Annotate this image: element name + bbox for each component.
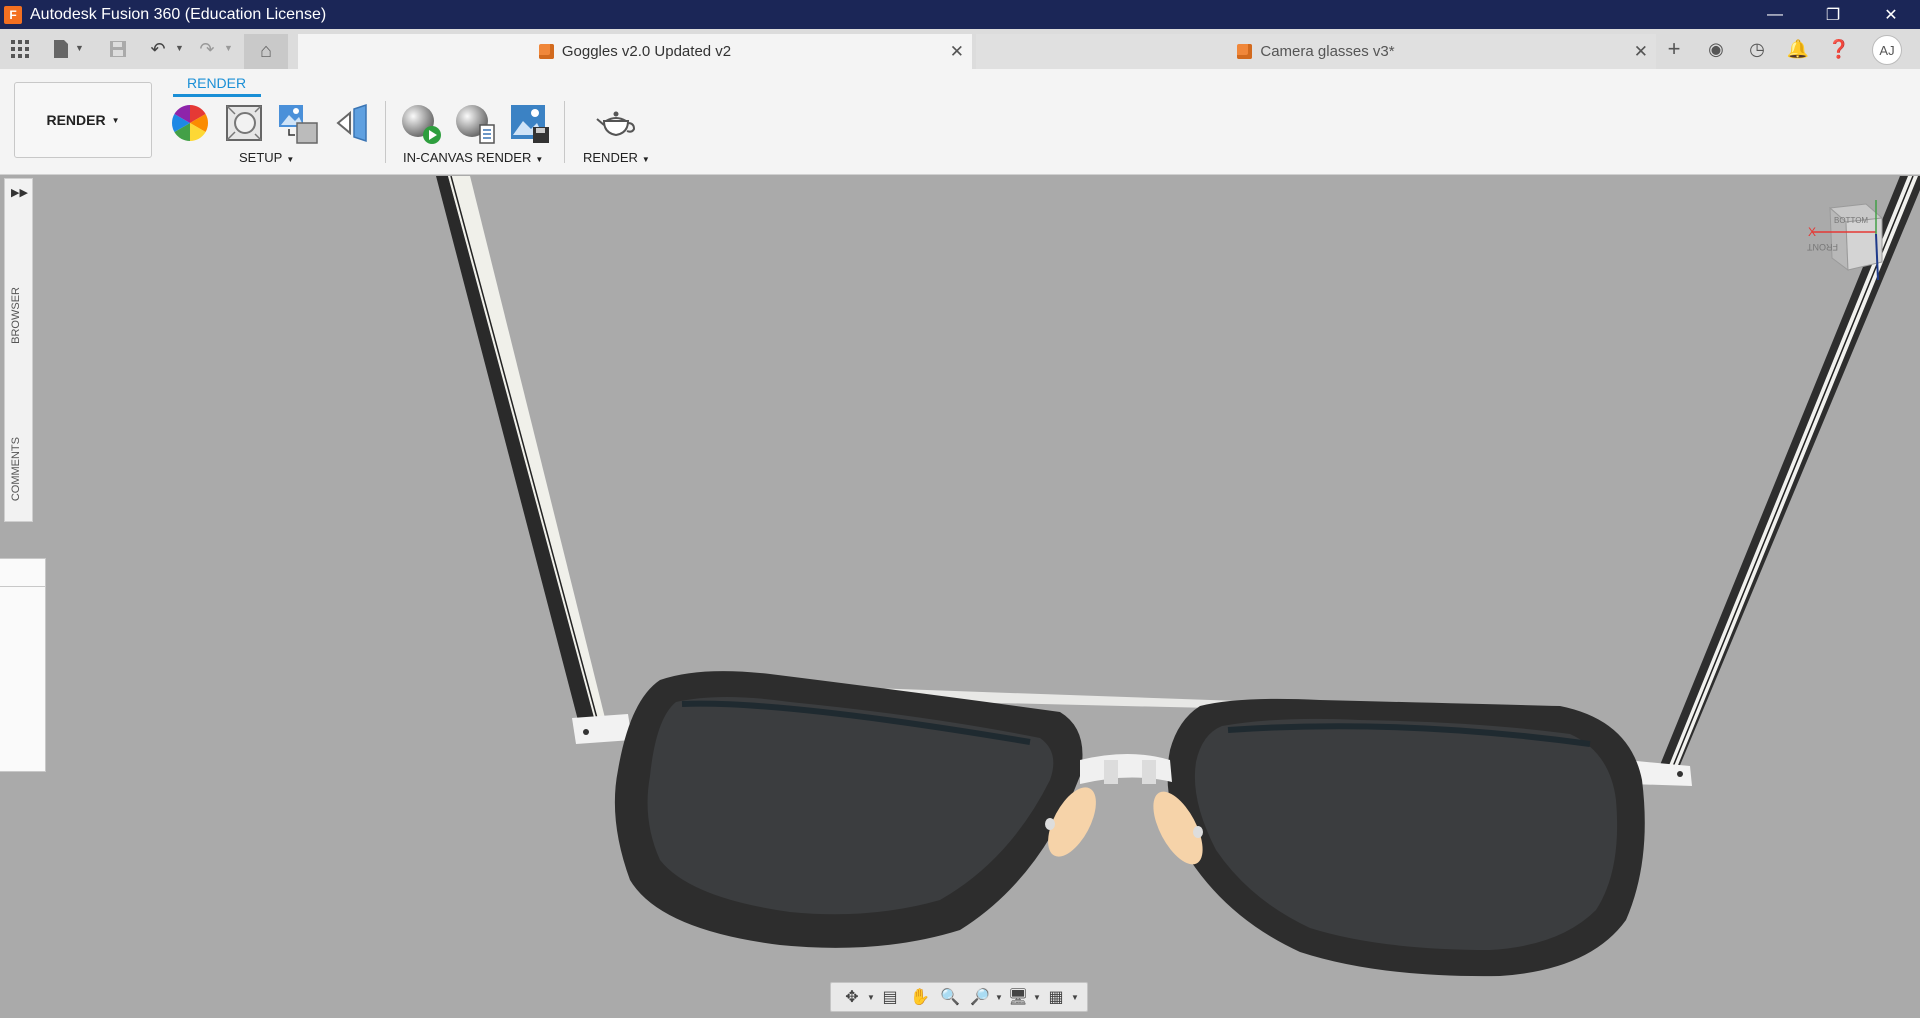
tab-camera-glasses[interactable]: Camera glasses v3* ✕ (976, 34, 1656, 69)
canvas-viewport[interactable] (0, 176, 1920, 1018)
undo-chevron-icon[interactable]: ▼ (175, 43, 184, 53)
title-bar: F Autodesk Fusion 360 (Education License… (0, 0, 1920, 29)
redo-chevron-icon[interactable]: ▼ (224, 43, 233, 53)
tab-render[interactable]: RENDER (187, 75, 246, 91)
workspace-label: RENDER (46, 112, 106, 128)
tab-label: Camera glasses v3* (1260, 43, 1395, 60)
window-title: Autodesk Fusion 360 (Education License) (30, 5, 327, 23)
file-icon[interactable] (49, 37, 73, 61)
active-tab-indicator (173, 94, 261, 97)
capture-image-icon[interactable] (509, 103, 549, 143)
restore-button[interactable]: ❐ (1804, 0, 1862, 29)
comments-panel-tab[interactable]: COMMENTS (10, 437, 22, 501)
design-cube-icon (538, 44, 554, 59)
ribbon-toolbar: RENDER ▼ RENDER SETUP ▼ IN-CANVAS RENDER… (0, 69, 1920, 175)
grid-chevron-icon[interactable]: ▼ (1071, 984, 1079, 1010)
chevron-down-icon: ▼ (111, 115, 120, 125)
tab-label: Goggles v2.0 Updated v2 (561, 43, 732, 60)
setup-label: SETUP (239, 150, 283, 165)
display-chevron-icon[interactable]: ▼ (1033, 984, 1041, 1010)
toolbar-divider (385, 101, 386, 163)
toolbar-divider (564, 101, 565, 163)
close-tab-icon[interactable]: ✕ (1634, 42, 1648, 62)
collapsed-panel-header (0, 559, 45, 587)
expand-panel-icon[interactable]: ▶▶ (11, 186, 28, 199)
texture-map-controls-icon[interactable] (332, 103, 372, 143)
home-icon[interactable]: ⌂ (244, 34, 288, 69)
save-icon[interactable] (106, 37, 130, 61)
appearance-color-wheel-icon[interactable] (170, 103, 210, 143)
orbit-chevron-icon[interactable]: ▼ (867, 984, 875, 1010)
setup-group-label[interactable]: SETUP ▼ (239, 150, 294, 165)
tab-goggles[interactable]: Goggles v2.0 Updated v2 ✕ (298, 34, 972, 69)
scene-settings-icon[interactable] (224, 103, 264, 143)
in-canvas-render-play-icon[interactable] (400, 103, 441, 144)
side-panel-tabs: ▶▶ BROWSER COMMENTS (4, 178, 33, 522)
notifications-icon[interactable]: 🔔 (1784, 35, 1812, 63)
close-window-button[interactable]: ✕ (1862, 0, 1920, 29)
extensions-icon[interactable]: ◉ (1702, 35, 1730, 63)
render-group-label[interactable]: RENDER ▼ (583, 150, 650, 165)
axis-x-label: X (1808, 225, 1816, 239)
render-label: RENDER (583, 150, 638, 165)
job-status-icon[interactable]: ◷ (1743, 35, 1771, 63)
close-tab-icon[interactable]: ✕ (950, 42, 964, 62)
viewcube-top-face-label: BOTTOM (1834, 216, 1868, 225)
document-tab-bar: ▼ ↶ ▼ ↷ ▼ ⌂ Goggles v2.0 Updated v2 ✕ Ca… (0, 29, 1920, 69)
redo-icon[interactable]: ↷ (195, 37, 219, 61)
design-cube-icon (1237, 44, 1253, 59)
data-panel-grid-icon[interactable] (8, 37, 32, 61)
fit-chevron-icon[interactable]: ▼ (995, 984, 1003, 1010)
in-canvas-render-settings-icon[interactable] (454, 103, 495, 144)
in-canvas-render-group-label[interactable]: IN-CANVAS RENDER ▼ (403, 150, 543, 165)
collapsed-panel (0, 558, 46, 772)
browser-panel-tab[interactable]: BROWSER (10, 287, 22, 344)
undo-icon[interactable]: ↶ (146, 37, 170, 61)
zoom-icon[interactable]: 🔍 (935, 984, 965, 1010)
workspace-switcher-button[interactable]: RENDER ▼ (14, 82, 152, 158)
pan-icon[interactable]: ✋ (905, 984, 935, 1010)
display-settings-icon[interactable]: 🖥 (1003, 984, 1033, 1010)
render-teapot-icon[interactable] (594, 103, 636, 143)
add-tab-icon[interactable]: + (1660, 35, 1688, 63)
in-canvas-render-label: IN-CANVAS RENDER (403, 150, 532, 165)
minimize-button[interactable]: — (1746, 0, 1804, 29)
fit-icon[interactable]: 🔎 (965, 984, 995, 1010)
viewcube-front-face-label: FRONT (1807, 242, 1838, 252)
orbit-icon[interactable]: ✥ (837, 984, 867, 1010)
grid-settings-icon[interactable]: ▦ (1041, 984, 1071, 1010)
decal-icon[interactable] (277, 103, 318, 144)
view-cube[interactable]: X BOTTOM FRONT (1806, 200, 1884, 281)
navigation-bar: ✥ ▼ ▤ ✋ 🔍 🔎 ▼ 🖥 ▼ ▦ ▼ (830, 982, 1088, 1012)
fusion-logo-icon: F (4, 5, 22, 24)
avatar[interactable]: AJ (1872, 35, 1902, 65)
file-menu-chevron-icon[interactable]: ▼ (75, 43, 84, 53)
help-icon[interactable]: ❓ (1825, 35, 1853, 63)
look-at-icon[interactable]: ▤ (875, 984, 905, 1010)
